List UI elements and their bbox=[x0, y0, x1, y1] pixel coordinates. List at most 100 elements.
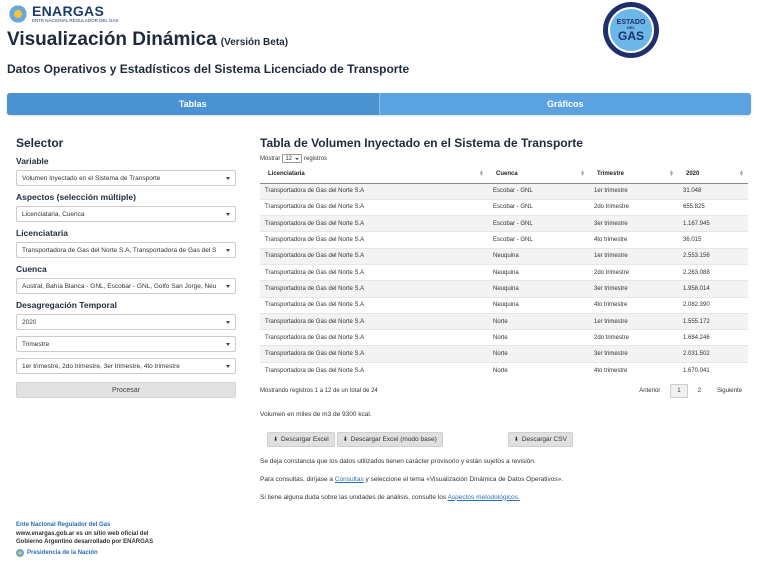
download-csv-button[interactable]: ⬇ Descargar CSV bbox=[507, 431, 573, 447]
brand-name: ENARGAS bbox=[32, 3, 105, 20]
table-row: Transportadora de Gas del Norte S.A Norte… bbox=[260, 361, 748, 379]
table-row: Transportadora de Gas del Norte S.A Neuqu… bbox=[260, 296, 748, 314]
presidencia-link[interactable]: Presidencia de la Nación bbox=[16, 549, 153, 558]
table-row: Transportadora de Gas del Norte S.A Escob… bbox=[260, 198, 748, 216]
presidencia-text: Presidencia de la Nación bbox=[27, 550, 98, 557]
data-table: Licenciataria ▲ ▼ Cuenca ▲ ▼ Trimestre ▲ ▼ 202… bbox=[260, 166, 748, 379]
show-suffix: registros bbox=[304, 155, 328, 162]
licenciataria-select[interactable]: Transportadora de Gas del Norte S.A, Tra… bbox=[16, 242, 236, 258]
page-subtitle: Datos Operativos y Estadísticos del Sist… bbox=[7, 62, 410, 76]
page-length-value: 12 bbox=[285, 155, 293, 162]
table-info: Mostrando registros 1 a 12 de un total d… bbox=[260, 387, 378, 394]
footer-org: Ente Nacional Regulador del Gas bbox=[16, 522, 111, 528]
download-excel-base-button[interactable]: ⬇ Descargar Excel (modo base) bbox=[336, 431, 443, 447]
variable-value: Volumen Inyectado en el Sistema de Trans… bbox=[22, 174, 161, 182]
aspectos-value: Licenciataria, Cuenca bbox=[22, 210, 85, 218]
cuenca-label: Cuenca bbox=[16, 264, 47, 274]
download-buttons: ⬇ Descargar Excel ⬇ Descargar Excel (mod… bbox=[260, 431, 750, 447]
column-header[interactable]: Licenciataria ▲ ▼ bbox=[260, 166, 488, 184]
page-length-select[interactable]: 12 bbox=[282, 154, 303, 163]
table-title: Tabla de Volumen Inyectado en el Sistema… bbox=[260, 136, 583, 150]
download-excel-label: Descargar Excel bbox=[281, 435, 329, 443]
table-header-row: Licenciataria ▲ ▼ Cuenca ▲ ▼ Trimestre ▲ ▼ 202… bbox=[260, 166, 748, 184]
table-row: Transportadora de Gas del Norte S.A Neuqu… bbox=[260, 263, 748, 281]
chevron-down-icon bbox=[226, 342, 230, 346]
download-icon: ⬇ bbox=[513, 436, 519, 443]
table-row: Transportadora de Gas del Norte S.A Escob… bbox=[260, 182, 748, 200]
cuenca-select[interactable]: Austral, Bahía Blanca - GNL, Escobar - G… bbox=[16, 278, 236, 294]
cuenca-value: Austral, Bahía Blanca - GNL, Escobar - G… bbox=[22, 282, 217, 290]
show-entries: Mostrar 12 registros bbox=[260, 154, 750, 163]
seal-line3: GAS bbox=[617, 28, 644, 43]
year-select[interactable]: 2020 bbox=[16, 314, 236, 330]
chevron-down-icon bbox=[226, 284, 230, 288]
download-icon: ⬇ bbox=[342, 436, 348, 443]
trimestres-select[interactable]: 1er trimestre, 2do trimestre, 3er trimes… bbox=[16, 358, 236, 374]
title-text: Visualización Dinámica bbox=[7, 29, 217, 50]
argentina-sun-icon bbox=[7, 3, 29, 25]
variable-select[interactable]: Volumen Inyectado en el Sistema de Trans… bbox=[16, 170, 236, 186]
licenciataria-value: Transportadora de Gas del Norte S.A, Tra… bbox=[22, 246, 217, 254]
download-excel-button[interactable]: ⬇ Descargar Excel bbox=[267, 431, 335, 447]
download-excel-base-label: Descargar Excel (modo base) bbox=[350, 435, 437, 443]
column-header[interactable]: 2020 ▲ ▼ bbox=[678, 166, 748, 184]
sort-icon: ▲ ▼ bbox=[669, 169, 674, 178]
table-row: Transportadora de Gas del Norte S.A Neuqu… bbox=[260, 280, 748, 298]
unit-note: Volumen en miles de m3 de 9300 kcal. bbox=[260, 410, 372, 418]
pagination-page-2[interactable]: 2 bbox=[692, 385, 707, 397]
view-tabs: Tablas Gráficos bbox=[7, 93, 751, 115]
estado-del-gas-seal: ESTADO DEL GAS bbox=[603, 2, 659, 58]
disclaimer-text: Se deja constancia que los datos utiliza… bbox=[260, 457, 536, 465]
consultas-link[interactable]: Consultas bbox=[335, 476, 364, 483]
tab-graficos[interactable]: Gráficos bbox=[378, 93, 752, 115]
column-header[interactable]: Trimestre ▲ ▼ bbox=[589, 166, 678, 184]
site-footer: Ente Nacional Regulador del Gas www.enar… bbox=[16, 521, 153, 558]
selector-panel: Selector Variable Volumen Inyectado en e… bbox=[16, 136, 236, 398]
procesar-button[interactable]: Procesar bbox=[16, 382, 236, 398]
selector-title: Selector bbox=[16, 136, 64, 150]
column-header[interactable]: Cuenca ▲ ▼ bbox=[488, 166, 589, 184]
table-row: Transportadora de Gas del Norte S.A Norte… bbox=[260, 329, 748, 346]
footer-line3: Gobierno Argentino desarrollado por ENAR… bbox=[16, 539, 154, 546]
enargas-logo: ENARGAS ENTE NACIONAL REGULADOR DEL GAS bbox=[7, 3, 118, 25]
version-badge: (Versión Beta) bbox=[220, 37, 289, 48]
footer-line2: www.enargas.gob.ar es un sitio web ofici… bbox=[16, 530, 149, 537]
tab-tablas[interactable]: Tablas bbox=[7, 93, 379, 115]
desagregacion-label: Desagregación Temporal bbox=[16, 300, 117, 310]
chevron-down-icon bbox=[295, 157, 300, 160]
page-title: Visualización Dinámica (Versión Beta) bbox=[7, 29, 288, 51]
sort-icon: ▲ ▼ bbox=[739, 169, 744, 178]
table-row: Transportadora de Gas del Norte S.A Neuqu… bbox=[260, 247, 748, 265]
download-csv-label: Descargar CSV bbox=[521, 435, 567, 443]
table-row: Transportadora de Gas del Norte S.A Norte… bbox=[260, 312, 748, 330]
pagination-prev[interactable]: Anterior bbox=[633, 385, 666, 397]
aspectos-text: Si tiene alguna duda sobre las unidades … bbox=[260, 493, 520, 501]
download-icon: ⬇ bbox=[273, 436, 279, 443]
argentina-sun-icon bbox=[16, 549, 24, 558]
table-row: Transportadora de Gas del Norte S.A Escob… bbox=[260, 215, 748, 232]
chevron-down-icon bbox=[226, 248, 230, 252]
year-value: 2020 bbox=[22, 318, 37, 326]
chevron-down-icon bbox=[226, 364, 230, 368]
licenciataria-label: Licenciataria bbox=[16, 228, 68, 238]
main-content: Tabla de Volumen Inyectado en el Sistema… bbox=[260, 136, 750, 501]
pagination: Anterior 1 2 Siguiente bbox=[633, 383, 748, 398]
variable-label: Variable bbox=[16, 156, 49, 166]
periodo-value: Trimestre bbox=[22, 340, 50, 348]
chevron-down-icon bbox=[226, 176, 230, 180]
aspectos-select[interactable]: Licenciataria, Cuenca bbox=[16, 206, 236, 222]
chevron-down-icon bbox=[226, 212, 230, 216]
consultas-text: Para consultas, diríjase a Consultas y s… bbox=[260, 475, 564, 483]
table-row: Transportadora de Gas del Norte S.A Norte… bbox=[260, 345, 748, 363]
trimestres-value: 1er trimestre, 2do trimestre, 3er trimes… bbox=[22, 362, 180, 370]
chevron-down-icon bbox=[226, 320, 230, 324]
aspectos-label: Aspectos (selección múltiple) bbox=[16, 192, 136, 202]
pagination-page-1[interactable]: 1 bbox=[670, 383, 688, 398]
periodo-select[interactable]: Trimestre bbox=[16, 336, 236, 352]
pagination-next[interactable]: Siguiente bbox=[711, 385, 748, 397]
table-footer: Mostrando registros 1 a 12 de un total d… bbox=[260, 383, 748, 398]
aspectos-metodologicos-link[interactable]: Aspectos metodológicos. bbox=[448, 494, 520, 501]
sort-icon: ▲ ▼ bbox=[479, 169, 484, 178]
show-prefix: Mostrar bbox=[260, 155, 281, 162]
sort-icon: ▲ ▼ bbox=[580, 169, 585, 178]
